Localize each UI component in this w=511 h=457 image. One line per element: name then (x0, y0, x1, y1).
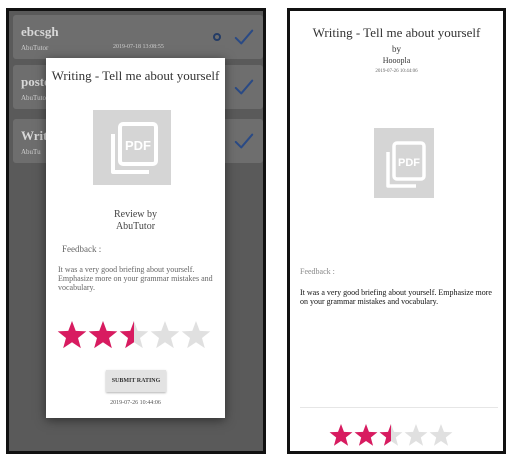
submit-rating-button[interactable]: SUBMIT RATING (106, 370, 166, 392)
feedback-text: It was a very good briefing about yourse… (58, 265, 213, 292)
pdf-icon-label: PDF (398, 157, 420, 169)
star-icon (429, 424, 453, 446)
pdf-icon-label: PDF (125, 138, 151, 153)
post-date: 2019-07-26 10:44:06 (375, 69, 418, 74)
list-item[interactable]: ebcsgh AbuTutor 2019-07-18 13:08:55 (13, 15, 263, 59)
star-rating-input[interactable] (56, 320, 221, 352)
check-icon[interactable] (233, 26, 255, 48)
list-item-author: AbuTuto (21, 94, 47, 102)
list-item-author: AbuTutor (21, 44, 49, 52)
pdf-icon: PDF (111, 122, 158, 174)
list-item-title: ebcsgh (21, 24, 59, 39)
pdf-thumbnail[interactable]: PDF (374, 128, 434, 198)
star-icon[interactable] (181, 321, 211, 349)
star-filled-icon (88, 321, 118, 349)
star-filled-icon (329, 424, 353, 446)
feedback-label: Feedback : (62, 244, 102, 254)
check-icon[interactable] (233, 130, 255, 152)
star-rating-display (329, 424, 453, 446)
reviewer-name: AbuTutor (115, 221, 156, 232)
feedback-text: It was a very good briefing about yourse… (300, 288, 492, 306)
review-by-label: Review by (113, 209, 158, 220)
right-phone-screen: Writing - Tell me about yourself by Hooo… (287, 8, 506, 454)
list-item-author: AbuTu (21, 148, 41, 156)
divider (300, 407, 498, 408)
star-filled-icon (354, 424, 378, 446)
review-dialog: Writing - Tell me about yourself PDF Rev… (46, 58, 225, 418)
pdf-thumbnail[interactable]: PDF (93, 110, 171, 185)
check-icon[interactable] (233, 76, 255, 98)
star-icon[interactable] (150, 321, 180, 349)
star-filled-icon (57, 321, 87, 349)
author-name: Hooopla (382, 56, 411, 65)
list-item-date: 2019-07-18 13:08:55 (113, 44, 164, 50)
star-icon (404, 424, 428, 446)
dialog-title: Writing - Tell me about yourself (51, 68, 220, 83)
left-phone-screen: ebcsgh AbuTutor 2019-07-18 13:08:55 post… (6, 8, 266, 454)
ring-icon[interactable] (213, 33, 221, 41)
review-date: 2019-07-26 10:44:06 (110, 400, 161, 406)
pdf-icon: PDF (386, 141, 426, 188)
feedback-label: Feedback : (300, 267, 335, 276)
page-title: Writing - Tell me about yourself (312, 25, 481, 40)
by-label: by (392, 44, 401, 54)
